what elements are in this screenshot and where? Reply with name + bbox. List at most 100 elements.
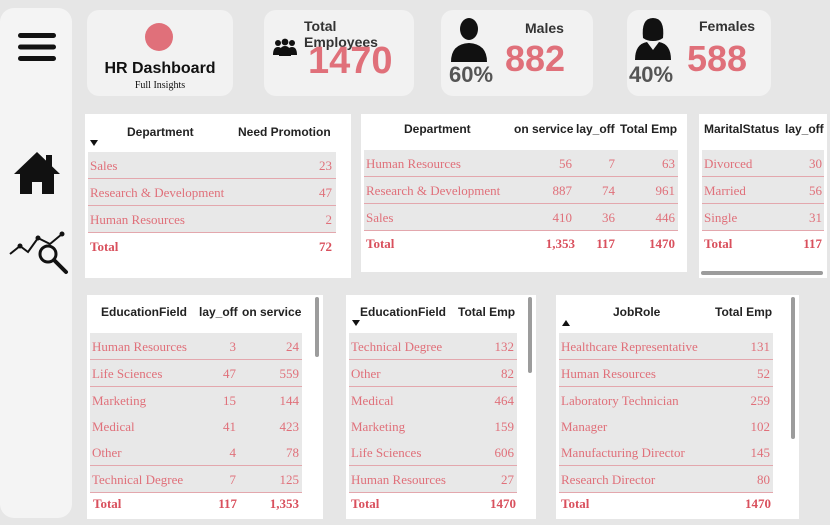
cell-marital-status: Married [704, 183, 746, 198]
table-row[interactable]: Research & Development 47 [88, 179, 336, 206]
table-edu-total: EducationField Total Emp Technical Degre… [346, 295, 536, 519]
table-row[interactable]: Technical Degree 7 125 [90, 466, 302, 493]
table-row[interactable]: Human Resources 3 24 [90, 333, 302, 360]
table-row[interactable]: Life Sciences 47 559 [90, 360, 302, 387]
vertical-scrollbar[interactable] [791, 297, 795, 439]
cell-total-emp: 464 [494, 393, 515, 408]
cell-lay-off: 4 [229, 445, 237, 460]
cell-education-field: Human Resources [351, 472, 446, 487]
table-row[interactable]: Human Resources 52 [559, 360, 773, 387]
males-label: Males [525, 20, 564, 36]
sidebar [0, 8, 72, 518]
header-department[interactable]: Department [404, 122, 471, 136]
header-total-emp[interactable]: Total Emp [620, 122, 677, 136]
cell-education-field: Technical Degree [92, 472, 184, 487]
table-row[interactable]: Manager 102 [559, 413, 773, 440]
table-row[interactable]: Human Resources 56 7 63 [364, 150, 678, 177]
cell-total-emp: 446 [655, 210, 676, 225]
cell-total-emp: 132 [494, 339, 515, 354]
cell-education-field: Other [92, 445, 122, 460]
table-row[interactable]: Sales 410 36 446 [364, 204, 678, 231]
home-icon[interactable] [12, 150, 62, 196]
table-row[interactable]: Human Resources 27 [349, 466, 517, 493]
cell-total-emp: 606 [494, 445, 515, 460]
cell-on-service: 887 [552, 183, 573, 198]
total-value: 72 [319, 239, 332, 254]
cell-on-service: 559 [279, 366, 300, 381]
total-value: 117 [803, 236, 822, 251]
table-marital: MaritalStatus lay_off Divorced 30 Marrie… [699, 114, 827, 278]
header-department[interactable]: Department [127, 125, 194, 139]
cell-lay-off: 36 [602, 210, 615, 225]
total-value: 1470 [490, 496, 516, 511]
table-jobrole: JobRole Total Emp Healthcare Representat… [556, 295, 799, 519]
table-row[interactable]: Manufacturing Director 145 [559, 439, 773, 466]
table-row[interactable]: Research & Development 887 74 961 [364, 177, 678, 204]
cell-total-emp: 145 [750, 445, 771, 460]
header-total-emp[interactable]: Total Emp [715, 305, 772, 319]
cell-total-emp: 52 [757, 366, 770, 381]
header-on-service[interactable]: on service [242, 305, 301, 319]
table-row[interactable]: Divorced 30 [702, 150, 824, 177]
table-row[interactable]: Sales 23 [88, 152, 336, 179]
header-card: HR Dashboard Full Insights [87, 10, 233, 96]
total-total-emp: 1470 [649, 236, 675, 251]
cell-on-service: 24 [286, 339, 299, 354]
table-row[interactable]: Single 31 [702, 204, 824, 231]
table-row[interactable]: Medical 41 423 [90, 413, 302, 440]
header-total-emp[interactable]: Total Emp [458, 305, 515, 319]
header-lay-off[interactable]: lay_off [785, 122, 824, 136]
cell-on-service: 78 [286, 445, 299, 460]
cell-lay-off: 7 [608, 156, 616, 171]
table-row[interactable]: Other 82 [349, 360, 517, 387]
header-lay-off[interactable]: lay_off [576, 122, 615, 136]
header-education-field[interactable]: EducationField [101, 305, 187, 319]
header-job-role[interactable]: JobRole [613, 305, 660, 319]
analytics-icon[interactable] [8, 230, 70, 276]
table-row[interactable]: Human Resources 2 [88, 206, 336, 233]
sort-asc-icon[interactable] [562, 320, 570, 326]
females-value: 588 [687, 38, 748, 79]
total-label: Total [351, 496, 380, 511]
table-row[interactable]: Medical 464 [349, 387, 517, 414]
header-on-service[interactable]: on service [514, 122, 573, 136]
cell-total-emp: 80 [757, 472, 770, 487]
cell-lay-off: 7 [229, 472, 237, 487]
header-need-promotion[interactable]: Need Promotion [238, 125, 331, 139]
table-row[interactable]: Research Director 80 [559, 466, 773, 493]
vertical-scrollbar[interactable] [315, 297, 319, 357]
cell-lay-off: 56 [809, 183, 822, 198]
cell-department: Research & Development [366, 183, 501, 198]
table-row[interactable]: Marketing 15 144 [90, 387, 302, 414]
table-row[interactable]: Other 4 78 [90, 439, 302, 466]
header-education-field[interactable]: EducationField [360, 305, 446, 319]
header-lay-off[interactable]: lay_off [199, 305, 238, 319]
table-row[interactable]: Technical Degree 132 [349, 333, 517, 360]
sort-desc-icon[interactable] [352, 320, 360, 326]
cell-education-field: Marketing [351, 419, 406, 434]
sort-desc-icon[interactable] [90, 140, 98, 146]
cell-department: Sales [90, 158, 118, 173]
cell-total-emp: 131 [750, 339, 771, 354]
logo-dot [145, 23, 173, 51]
cell-on-service: 56 [559, 156, 572, 171]
cell-education-field: Technical Degree [351, 339, 443, 354]
kpi-females: 40% Females 588 [627, 10, 771, 96]
cell-total-emp: 102 [750, 419, 771, 434]
table-row[interactable]: Married 56 [702, 177, 824, 204]
cell-need-promotion: 2 [325, 212, 333, 227]
cell-total-emp: 259 [750, 393, 771, 408]
table-row[interactable]: Life Sciences 606 [349, 439, 517, 466]
cell-need-promotion: 23 [319, 158, 332, 173]
vertical-scrollbar[interactable] [528, 297, 532, 373]
cell-lay-off: 15 [223, 393, 236, 408]
horizontal-scrollbar[interactable] [701, 271, 823, 275]
table-row[interactable]: Marketing 159 [349, 413, 517, 440]
header-marital-status[interactable]: MaritalStatus [704, 122, 779, 136]
table-row[interactable]: Laboratory Technician 259 [559, 387, 773, 414]
cell-total-emp: 961 [655, 183, 676, 198]
cell-department: Research & Development [90, 185, 225, 200]
menu-icon[interactable] [18, 32, 56, 62]
table-row[interactable]: Healthcare Representative 131 [559, 333, 773, 360]
cell-lay-off: 31 [809, 210, 822, 225]
